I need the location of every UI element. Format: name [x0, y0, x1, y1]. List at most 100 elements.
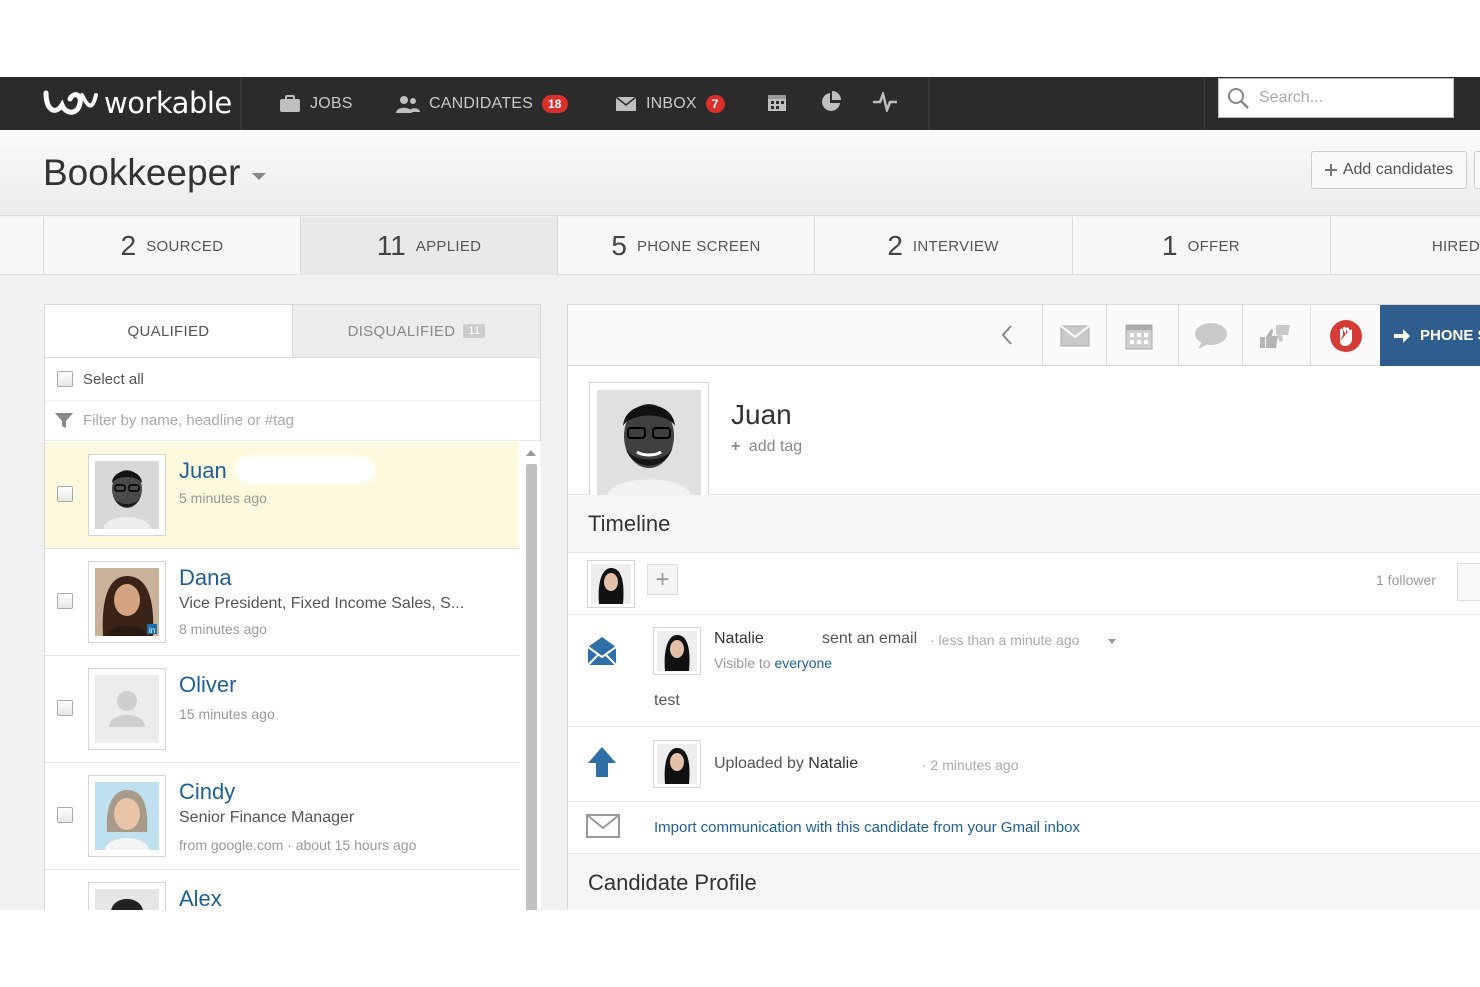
candidate-checkbox[interactable]	[57, 593, 73, 609]
scrollbar-thumb[interactable]	[526, 464, 537, 910]
tab-disqualified[interactable]: DISQUALIFIED 11	[292, 305, 540, 357]
candidate-checkbox[interactable]	[57, 700, 73, 716]
select-all-checkbox[interactable]	[57, 371, 73, 387]
reports-nav-button[interactable]	[816, 87, 846, 117]
job-title-dropdown[interactable]: Bookkeeper	[43, 152, 267, 194]
more-actions-button[interactable]	[1474, 151, 1480, 189]
pulse-icon	[873, 92, 897, 112]
stage-phone-screen[interactable]: 5 PHONE SCREEN	[557, 217, 814, 275]
calendar-nav-button[interactable]	[762, 87, 792, 117]
app-window: workable JOBS CANDIDATES 18 INBOX 7 Sear…	[0, 77, 1480, 910]
tab-qualified[interactable]: QUALIFIED	[45, 305, 292, 357]
rate-button[interactable]	[1242, 305, 1306, 366]
candidate-list-scrollbar[interactable]	[521, 442, 541, 910]
list-item[interactable]: Alex	[45, 870, 519, 910]
timeline-header: Timeline	[568, 495, 1480, 553]
schedule-button[interactable]	[1106, 305, 1170, 366]
followers-count: 1 follower	[1376, 572, 1436, 588]
nav-inbox[interactable]: INBOX 7	[615, 77, 725, 130]
candidate-name[interactable]: Alex	[179, 886, 222, 910]
disqualify-button[interactable]	[1310, 305, 1380, 366]
timeline-event-email: Natalie sent an email · less than a minu…	[568, 615, 1480, 727]
list-item[interactable]: in Dana Vice President, Fixed Income Sal…	[45, 549, 519, 656]
follow-button[interactable]	[1457, 563, 1480, 601]
candidate-time: 15 minutes ago	[179, 706, 275, 722]
chevron-down-icon[interactable]	[1108, 639, 1116, 644]
avatar	[88, 454, 166, 536]
search-box[interactable]	[1218, 78, 1454, 118]
follower-avatar[interactable]	[587, 560, 635, 608]
avatar	[88, 882, 166, 910]
filter-input[interactable]	[83, 412, 483, 429]
previous-button[interactable]	[1000, 323, 1014, 352]
candidate-name[interactable]: Cindy	[179, 779, 235, 805]
gmail-import-link[interactable]: Import communication with this candidate…	[654, 819, 1080, 836]
filter-icon	[55, 412, 73, 428]
candidates-count-badge: 18	[541, 94, 568, 113]
email-button[interactable]	[1042, 305, 1106, 366]
filter-bar	[45, 401, 540, 441]
visibility-prefix: Visible to	[714, 655, 771, 671]
person-photo-icon	[95, 461, 159, 529]
add-follower-button[interactable]: +	[647, 564, 678, 595]
stage-label: APPLIED	[415, 237, 482, 255]
calendar-icon	[768, 95, 786, 111]
activity-nav-button[interactable]	[870, 87, 900, 117]
scroll-up-icon[interactable]	[526, 450, 536, 456]
candidate-name[interactable]: Juan	[179, 458, 227, 484]
event-author[interactable]: Natalie	[714, 630, 764, 648]
search-input[interactable]	[1259, 89, 1439, 107]
candidate-list: Juan 5 minutes ago in Dana Vice Presiden…	[45, 442, 519, 910]
envelope-icon	[1059, 324, 1090, 346]
search-icon	[1228, 88, 1249, 109]
candidate-name-heading: Juan	[731, 399, 792, 430]
list-item[interactable]: Oliver 15 minutes ago	[45, 656, 519, 763]
stage-interview[interactable]: 2 INTERVIEW	[814, 217, 1071, 275]
phone-button-label: PHONE S	[1420, 327, 1480, 344]
avatar	[653, 740, 701, 788]
stage-count: 2	[120, 230, 137, 261]
candidate-name[interactable]: Oliver	[179, 672, 236, 698]
stage-count: 2	[887, 230, 903, 261]
upload-author[interactable]: Natalie	[808, 755, 858, 772]
candidate-checkbox[interactable]	[57, 807, 73, 823]
stage-count: 5	[611, 230, 627, 261]
add-candidates-label: Add candidates	[1342, 161, 1454, 178]
briefcase-icon	[280, 94, 300, 112]
select-all-row[interactable]: Select all	[45, 358, 540, 401]
visibility-link[interactable]: everyone	[774, 655, 832, 671]
stage-offer[interactable]: 1 OFFER	[1072, 217, 1329, 275]
redacted-surname	[235, 456, 375, 484]
candidate-name[interactable]: Dana	[179, 565, 232, 591]
add-candidates-button[interactable]: Add candidates	[1311, 151, 1467, 189]
envelope-icon	[586, 814, 620, 843]
workable-logo[interactable]: workable	[42, 83, 232, 123]
nav-divider	[928, 77, 929, 130]
nav-jobs[interactable]: JOBS	[279, 77, 353, 130]
nav-candidates[interactable]: CANDIDATES 18	[396, 77, 568, 130]
list-item[interactable]: Juan 5 minutes ago	[45, 442, 519, 549]
avatar	[653, 627, 701, 675]
stage-sourced[interactable]: 2 SOURCED	[43, 217, 300, 275]
arrow-right-icon	[1394, 328, 1410, 343]
qualification-tabs: QUALIFIED DISQUALIFIED 11	[45, 305, 540, 358]
stage-label: SOURCED	[146, 237, 224, 255]
move-to-phone-screen-button[interactable]: PHONE S	[1380, 305, 1480, 366]
add-tag-label: add tag	[748, 438, 803, 455]
candidate-checkbox[interactable]	[57, 486, 73, 502]
list-item[interactable]: Cindy Senior Finance Manager from google…	[45, 763, 519, 870]
event-action: sent an email	[822, 630, 918, 647]
stage-hired[interactable]: HIRED	[1330, 217, 1480, 275]
top-navbar: workable JOBS CANDIDATES 18 INBOX 7	[0, 77, 1480, 130]
person-photo-icon	[591, 564, 631, 604]
person-photo-icon	[597, 390, 701, 496]
workable-logo-icon	[43, 90, 98, 115]
thumbs-icon	[1259, 324, 1290, 348]
gmail-import-row: Import communication with this candidate…	[568, 802, 1480, 854]
upload-time: · 2 minutes ago	[922, 757, 1019, 773]
stage-applied[interactable]: 11 APPLIED	[300, 217, 557, 275]
add-tag-link[interactable]: + add tag	[731, 438, 802, 456]
comment-button[interactable]	[1178, 305, 1242, 366]
candidate-time: 8 minutes ago	[179, 621, 267, 637]
nav-inbox-label: INBOX	[646, 94, 697, 112]
